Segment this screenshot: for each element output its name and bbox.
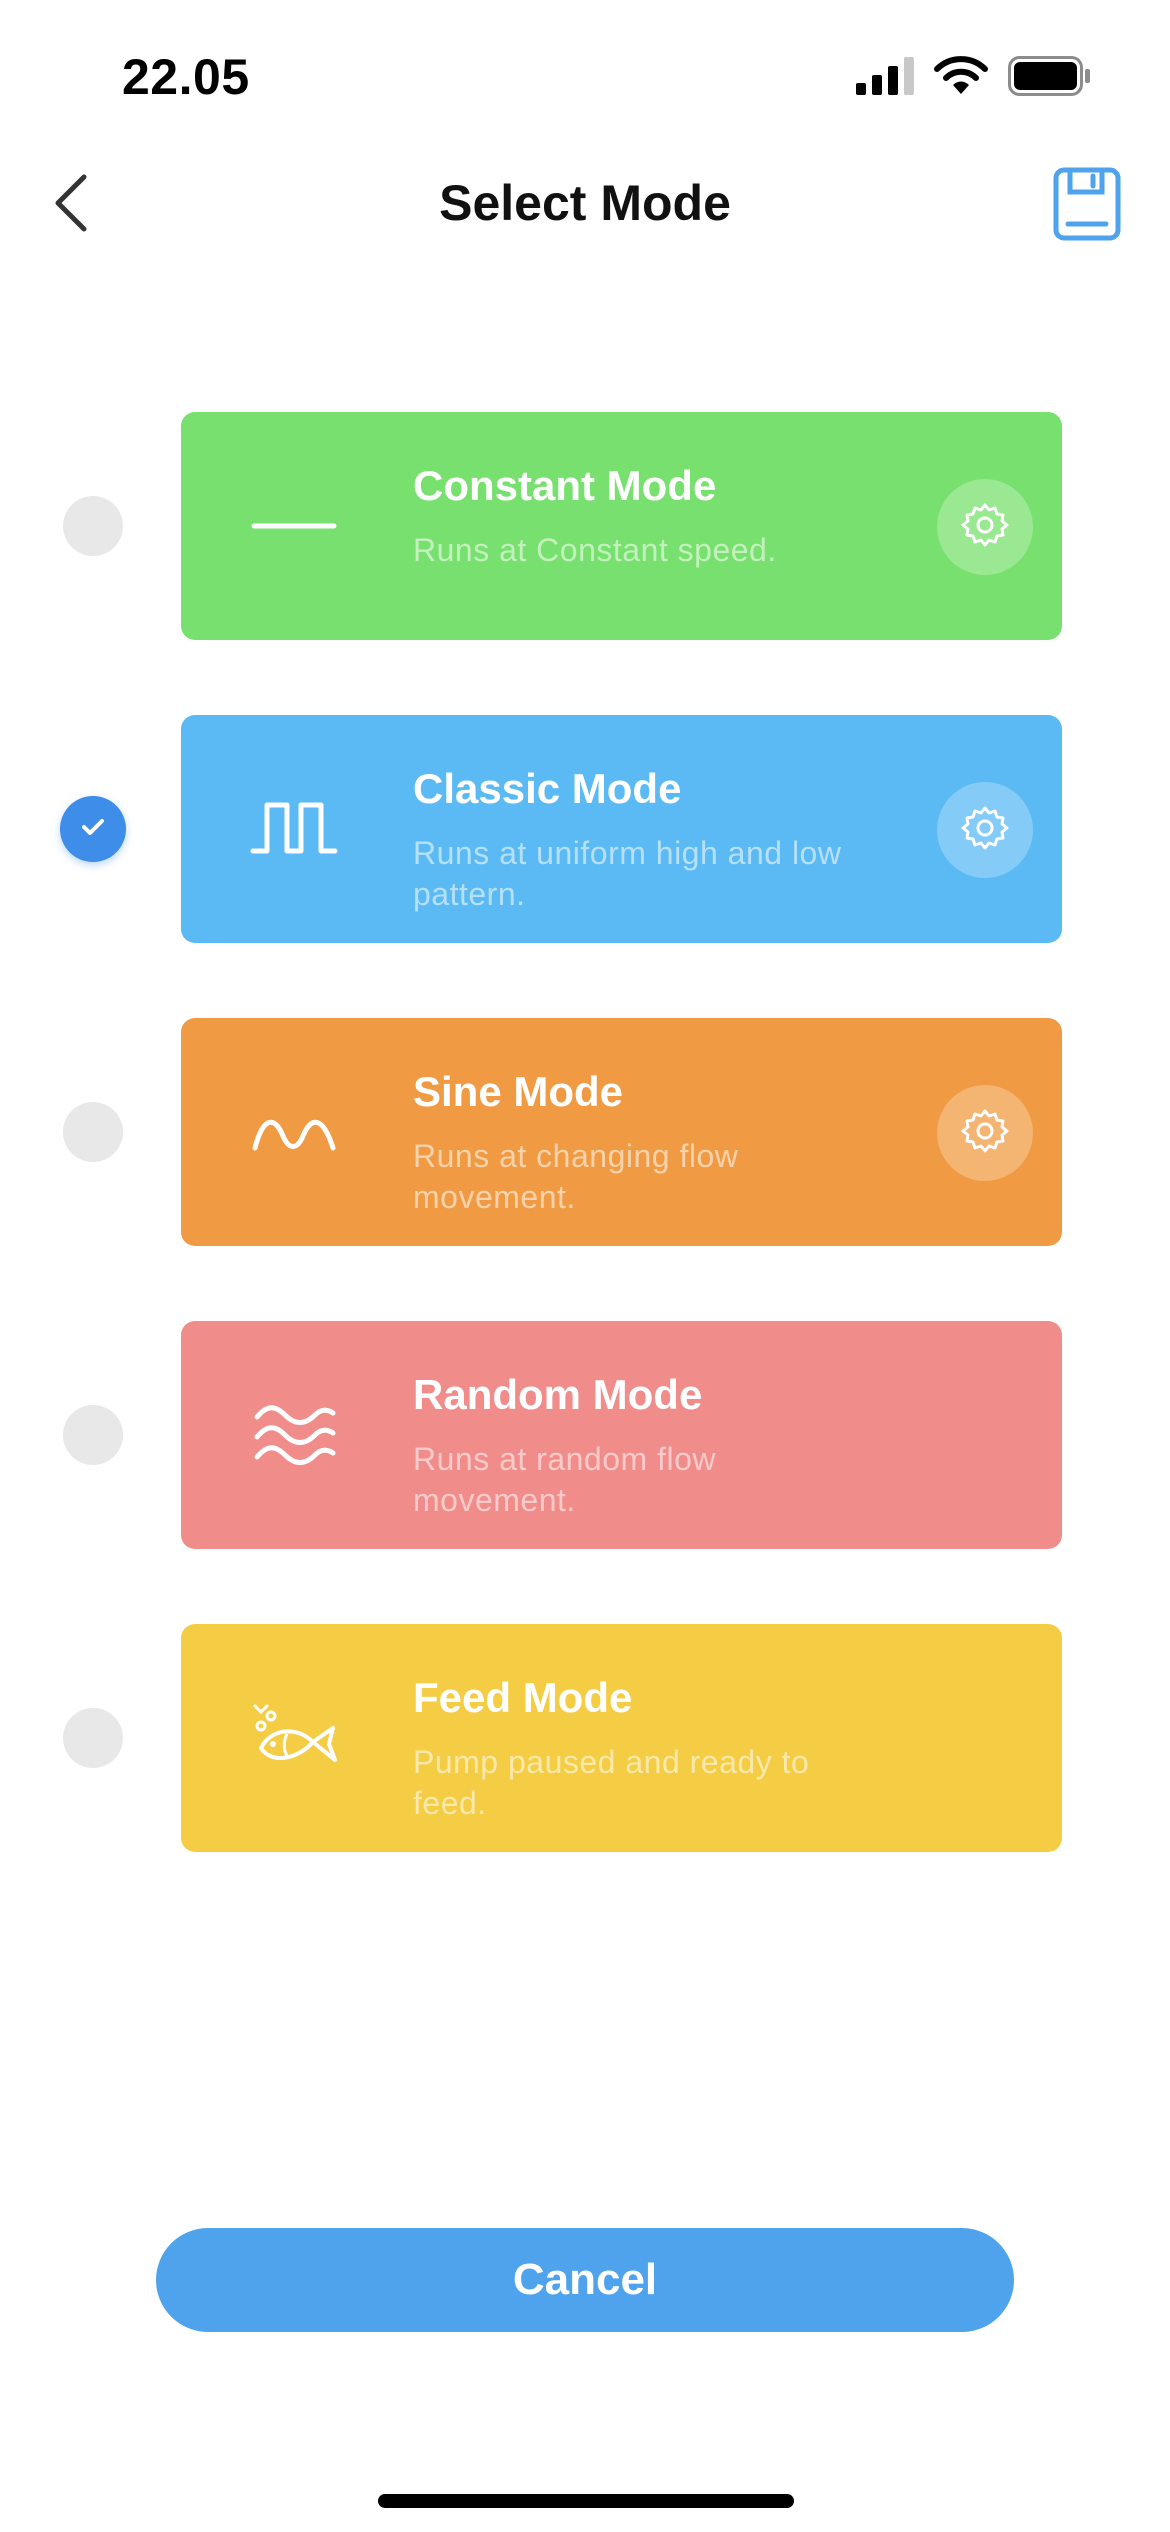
mode-row-sine: Sine Mode Runs at changing flow movement…	[0, 1018, 1170, 1246]
mode-title: Random Mode	[413, 1371, 703, 1418]
settings-button-classic[interactable]	[937, 782, 1033, 878]
radio-sine[interactable]	[63, 1102, 123, 1162]
mode-description: Runs at Constant speed.	[413, 532, 777, 568]
battery-icon	[1008, 56, 1092, 101]
gear-icon	[961, 501, 1009, 554]
mode-card-classic[interactable]: Classic Mode Runs at uniform high and lo…	[181, 715, 1062, 943]
navigation-bar: Select Mode	[0, 150, 1170, 260]
mode-list: Constant Mode Runs at Constant speed. Cl…	[0, 412, 1170, 1927]
radio-classic[interactable]	[60, 796, 126, 862]
mode-title: Classic Mode	[413, 765, 682, 812]
mode-description: Runs at random flow movement.	[413, 1441, 716, 1518]
sine-wave-icon	[249, 1092, 339, 1172]
mode-title: Constant Mode	[413, 462, 717, 509]
mode-row-random: Random Mode Runs at random flow movement…	[0, 1321, 1170, 1549]
status-bar: 22.05	[0, 0, 1170, 150]
wifi-icon	[934, 56, 988, 101]
mode-description: Runs at changing flow movement.	[413, 1138, 739, 1215]
cellular-signal-icon	[856, 57, 914, 100]
floppy-disk-icon	[1052, 167, 1122, 246]
save-button[interactable]	[1052, 166, 1122, 242]
gear-icon	[961, 1107, 1009, 1160]
constant-line-icon	[249, 486, 339, 566]
gear-icon	[961, 804, 1009, 857]
status-icons	[856, 56, 1092, 101]
mode-card-feed[interactable]: Feed Mode Pump paused and ready to feed.	[181, 1624, 1062, 1852]
mode-title: Feed Mode	[413, 1674, 633, 1721]
mode-row-classic: Classic Mode Runs at uniform high and lo…	[0, 715, 1170, 943]
settings-button-constant[interactable]	[937, 479, 1033, 575]
settings-button-sine[interactable]	[937, 1085, 1033, 1181]
mode-description: Pump paused and ready to feed.	[413, 1744, 810, 1821]
random-waves-icon	[249, 1395, 339, 1475]
fish-icon	[249, 1698, 339, 1778]
page-title: Select Mode	[439, 175, 731, 231]
home-indicator	[378, 2494, 794, 2508]
status-time: 22.05	[122, 49, 250, 105]
radio-feed[interactable]	[63, 1708, 123, 1768]
square-wave-icon	[249, 789, 339, 869]
mode-description: Runs at uniform high and low pattern.	[413, 835, 842, 912]
cancel-button[interactable]: Cancel	[156, 2228, 1014, 2332]
mode-title: Sine Mode	[413, 1068, 624, 1115]
mode-card-sine[interactable]: Sine Mode Runs at changing flow movement…	[181, 1018, 1062, 1246]
mode-row-feed: Feed Mode Pump paused and ready to feed.	[0, 1624, 1170, 1852]
mode-card-random[interactable]: Random Mode Runs at random flow movement…	[181, 1321, 1062, 1549]
radio-random[interactable]	[63, 1405, 123, 1465]
mode-card-constant[interactable]: Constant Mode Runs at Constant speed.	[181, 412, 1062, 640]
checkmark-icon	[80, 816, 106, 843]
mode-row-constant: Constant Mode Runs at Constant speed.	[0, 412, 1170, 640]
radio-constant[interactable]	[63, 496, 123, 556]
